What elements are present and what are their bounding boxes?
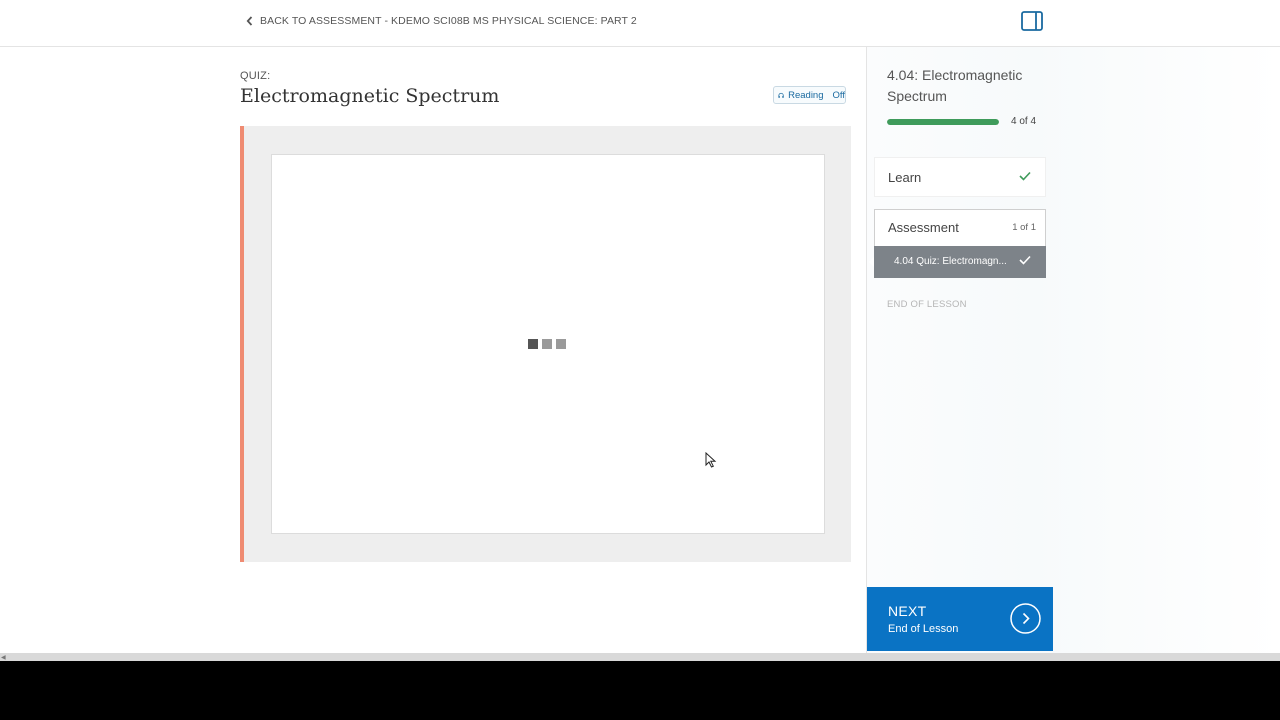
lesson-progress-bar [887,119,999,125]
lesson-progress-fill [887,119,999,125]
end-of-lesson-label: END OF LESSON [887,299,967,310]
chevron-left-icon [246,16,253,26]
sidebar-item-assessment[interactable]: Assessment 1 of 1 [874,209,1046,246]
sidebar-item-label: Learn [888,170,922,185]
assessment-count: 1 of 1 [1012,222,1036,233]
sidebar-item-label: 4.04 Quiz: Electromagn... [894,256,1007,267]
check-icon [1019,171,1031,181]
chevron-right-circle-icon [1010,603,1041,634]
reading-state: Off [832,89,846,101]
scroll-left-icon[interactable]: ◀ [1,654,6,661]
lesson-title: 4.04: Electromagnetic Spectrum [887,67,1023,104]
headphones-icon [778,92,784,98]
sidebar-toggle-button[interactable] [1021,11,1043,31]
quiz-accent-bar [240,126,244,562]
loading-indicator [528,339,566,349]
panel-toggle-icon [1021,11,1043,31]
lesson-sidebar: 4.04: Electromagnetic Spectrum 4 of 4 Le… [866,47,1280,653]
quiz-content-frame [271,154,825,534]
back-link-label: BACK TO ASSESSMENT - KDEMO SCI08B MS PHY… [260,15,637,27]
quiz-panel [240,126,851,562]
back-to-assessment-link[interactable]: BACK TO ASSESSMENT - KDEMO SCI08B MS PHY… [246,14,637,28]
sidebar-item-learn[interactable]: Learn [874,157,1046,197]
screen-bottom-strip [0,661,1280,720]
lesson-progress-label: 4 of 4 [1011,116,1037,127]
page-title: Electromagnetic Spectrum [240,85,500,107]
quiz-kicker: QUIZ: [240,70,271,82]
horizontal-scrollbar[interactable]: ◀ [0,653,1280,661]
top-bar: BACK TO ASSESSMENT - KDEMO SCI08B MS PHY… [0,0,1280,47]
sidebar-item-label: Assessment [888,220,959,235]
mouse-cursor-icon [705,452,717,468]
reading-toggle[interactable]: Reading Off [773,86,846,104]
loading-dot [528,339,538,349]
next-button-subtitle: End of Lesson [888,623,959,635]
check-icon [1019,255,1031,265]
reading-label: Reading [788,89,824,101]
loading-dot [556,339,566,349]
loading-dot [542,339,552,349]
sidebar-item-quiz[interactable]: 4.04 Quiz: Electromagn... [869,246,1046,278]
next-button-title: NEXT [888,603,927,619]
active-pointer [869,257,874,267]
next-button[interactable]: NEXT End of Lesson [867,587,1053,651]
